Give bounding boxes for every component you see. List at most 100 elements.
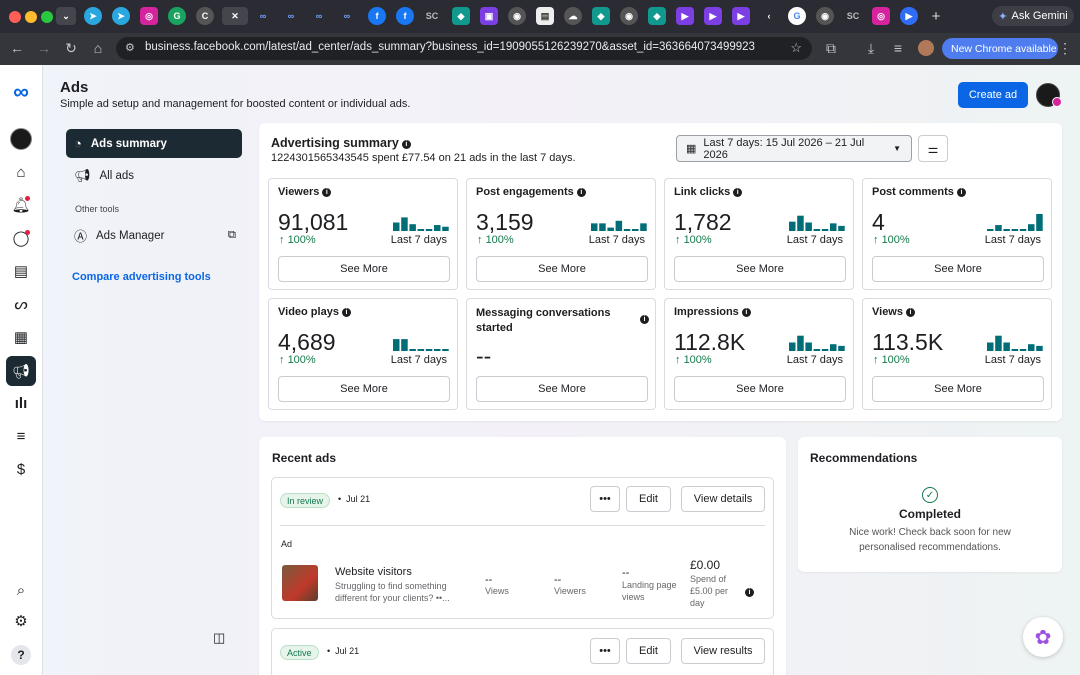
active-tab-close-icon[interactable]: ✕ [222,7,248,25]
home-icon[interactable]: ⌂ [11,162,31,182]
tab-app-icon[interactable]: ‹ [760,7,778,25]
date-range-dropdown[interactable]: ▦ Last 7 days: 15 Jul 2026 – 21 Jul 2026… [676,135,912,162]
tab-telegram-icon[interactable]: ➤ [84,7,102,25]
all-tools-icon[interactable]: ≡ [11,426,31,446]
ask-gemini-button[interactable]: ✦ Ask Gemini [992,6,1074,26]
maximize-window-button[interactable] [41,11,53,23]
see-more-button[interactable]: See More [476,376,648,402]
address-bar[interactable]: ⚙ business.facebook.com/latest/ad_center… [116,37,812,60]
minimize-window-button[interactable] [25,11,37,23]
tab-app-icon[interactable]: ▤ [536,7,554,25]
tab-search-button[interactable]: ⌄ [56,7,76,25]
tab-sc-label[interactable]: SC [423,7,441,25]
home-icon[interactable]: ⌂ [89,40,107,56]
see-more-button[interactable]: See More [872,256,1044,282]
tab-meta-icon[interactable]: ∞ [282,7,300,25]
tab-app-icon[interactable]: ◆ [592,7,610,25]
tab-meta-icon[interactable]: ∞ [338,7,356,25]
tab-sc-label[interactable]: SC [844,7,862,25]
close-window-button[interactable] [9,11,21,23]
sidebar-item-ads-manager[interactable]: Ⓐ Ads Manager ⧉ [66,221,242,250]
tab-facebook-icon[interactable]: f [368,7,386,25]
tab-facebook-icon[interactable]: f [396,7,414,25]
reload-icon[interactable]: ↻ [62,40,80,57]
tab-app-icon[interactable]: ▶ [900,7,918,25]
ads-megaphone-icon[interactable]: 📢︎ [6,356,36,386]
tab-app-icon[interactable]: ☁ [564,7,582,25]
dollar-icon[interactable]: $ [11,459,31,479]
see-more-button[interactable]: See More [872,376,1044,402]
tab-app-icon[interactable]: ▶ [732,7,750,25]
insights-icon[interactable]: ılı [11,393,31,413]
page-avatar[interactable] [10,128,32,150]
download-icon[interactable]: ⤓ [862,40,880,57]
content-icon[interactable]: ▤ [11,261,31,281]
profile-avatar[interactable] [918,40,934,56]
info-icon[interactable]: i [640,315,649,324]
tab-app-icon[interactable]: ◉ [620,7,638,25]
tab-telegram-icon[interactable]: ➤ [112,7,130,25]
tab-app-icon[interactable]: ▶ [704,7,722,25]
tab-app-icon[interactable]: ◆ [648,7,666,25]
monetization-icon[interactable]: ᔕ [11,294,31,314]
collapse-sidebar-icon[interactable]: ◫ [213,630,225,646]
see-more-button[interactable]: See More [278,376,450,402]
forward-icon[interactable]: → [35,40,53,56]
tab-meta-icon[interactable]: ∞ [254,7,272,25]
info-icon[interactable]: i [906,308,915,317]
see-more-button[interactable]: See More [674,376,846,402]
help-icon[interactable]: ? [11,645,31,665]
view-details-button[interactable]: View details [681,486,765,512]
edit-button[interactable]: Edit [626,638,671,664]
new-chrome-available-button[interactable]: New Chrome available [942,38,1058,59]
metric-title-text: Impressions [674,306,739,318]
compare-advertising-tools-link[interactable]: Compare advertising tools [72,271,211,283]
see-more-button[interactable]: See More [278,256,450,282]
metric-change: ↑ 100% [675,234,712,246]
ai-assistant-icon[interactable]: ✿ [1023,617,1063,657]
tab-app-icon[interactable]: ◆ [452,7,470,25]
reading-list-icon[interactable]: ≡ [889,40,907,56]
site-info-icon[interactable]: ⚙ [125,41,135,54]
new-tab-button[interactable]: + [927,7,945,25]
tab-app-icon[interactable]: ▣ [480,7,498,25]
tab-google-icon[interactable]: G [788,7,806,25]
more-options-button[interactable]: ••• [590,638,620,664]
tab-grammarly-icon[interactable]: G [168,7,186,25]
sidebar-item-all-ads[interactable]: 📢︎ All ads [66,161,242,190]
see-more-button[interactable]: See More [674,256,846,282]
bookmark-star-icon[interactable]: ☆ [790,40,802,56]
extensions-icon[interactable]: ⧉ [822,40,840,57]
view-results-button[interactable]: View results [681,638,765,664]
tab-meta-icon[interactable]: ∞ [310,7,328,25]
back-icon[interactable]: ← [8,40,26,56]
info-icon[interactable]: i [341,308,351,317]
tab-instagram-icon[interactable]: ◎ [140,7,158,25]
info-icon[interactable]: i [733,188,743,197]
tab-app-icon[interactable]: ◉ [508,7,526,25]
search-icon[interactable]: ⌕ [11,580,31,600]
info-icon[interactable]: i [745,588,754,597]
meta-logo-icon[interactable]: ∞ [11,79,31,104]
info-icon[interactable]: i [956,188,966,197]
tab-c-icon[interactable]: C [196,7,214,25]
settings-gear-icon[interactable]: ⚙ [11,611,31,631]
planner-icon[interactable]: ▦ [11,327,31,347]
info-icon[interactable]: i [576,188,586,197]
sidebar-item-ads-summary[interactable]: ◔ Ads summary [66,129,242,158]
summary-title-text: Advertising summary [271,136,399,150]
create-ad-button[interactable]: Create ad [958,82,1028,108]
filter-settings-button[interactable]: ⚌ [918,135,948,162]
ad-name[interactable]: Website visitors [335,566,412,578]
tab-app-icon[interactable]: ◉ [816,7,834,25]
info-icon[interactable]: i [741,308,751,317]
tab-instagram-icon[interactable]: ◎ [872,7,890,25]
ad-thumbnail[interactable] [282,565,318,601]
edit-button[interactable]: Edit [626,486,671,512]
more-options-button[interactable]: ••• [590,486,620,512]
tab-app-icon[interactable]: ▶ [676,7,694,25]
info-icon[interactable]: i [322,188,332,197]
info-icon[interactable]: i [401,140,411,149]
chrome-menu-icon[interactable]: ⋮ [1056,40,1074,57]
see-more-button[interactable]: See More [476,256,648,282]
